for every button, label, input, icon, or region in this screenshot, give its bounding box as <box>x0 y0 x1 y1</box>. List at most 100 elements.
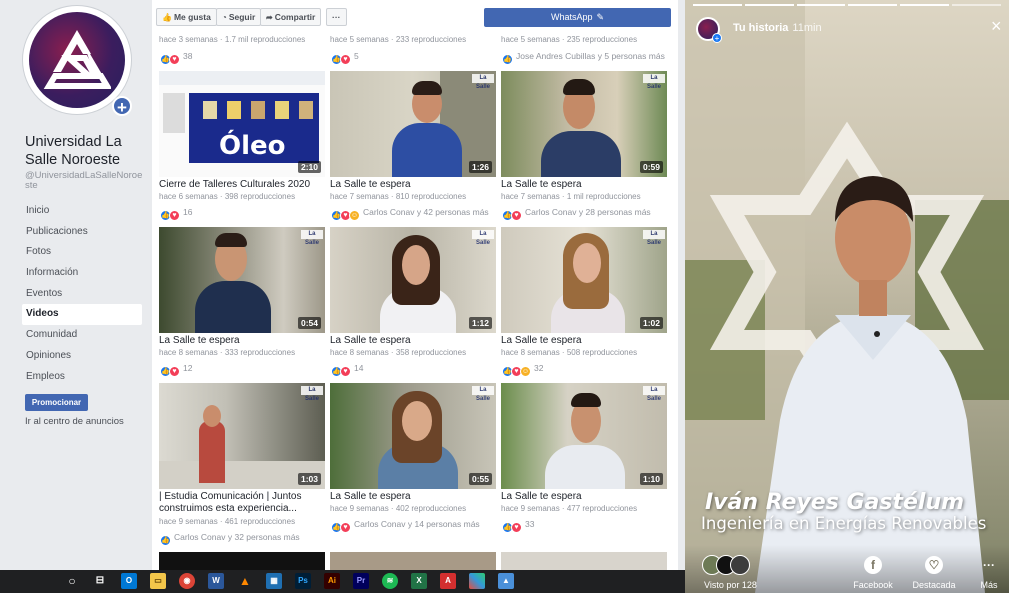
love-reaction-icon: ♥ <box>340 54 351 65</box>
app-icon[interactable] <box>469 573 485 589</box>
video-thumbnail[interactable]: La Salle 0:54 <box>159 227 325 333</box>
video-title[interactable]: La Salle te espera <box>159 335 325 347</box>
promote-button[interactable]: Promocionar <box>25 394 88 411</box>
nav-item-comunidad[interactable]: Comunidad <box>22 325 142 346</box>
reactions[interactable]: 👍 Jose Andres Cubillas y 5 personas más <box>502 50 665 65</box>
reactions[interactable]: 👍 ♥ 38 <box>160 50 192 65</box>
video-title[interactable]: La Salle te espera <box>501 179 667 191</box>
add-icon: + <box>712 33 722 43</box>
reactions[interactable]: 👍 ♥ 33 <box>502 518 534 533</box>
reactions[interactable]: 👍 Carlos Conav y 32 personas más <box>160 531 300 546</box>
video-duration: 0:55 <box>468 473 492 485</box>
video-thumbnail[interactable]: La Salle 1:03 <box>159 383 325 489</box>
premiere-icon[interactable]: Pr <box>353 573 369 589</box>
video-thumbnail[interactable]: La Salle 1:02 <box>501 227 667 333</box>
page-handle[interactable]: @UniversidadLaSalleNoroeste <box>25 171 145 191</box>
outlook-icon[interactable]: O <box>121 573 137 589</box>
reactions[interactable]: 👍 ♥ 14 <box>331 362 363 377</box>
video-thumbnail[interactable]: La Salle 1:12 <box>330 227 496 333</box>
whatsapp-button[interactable]: WhatsApp ✎ <box>484 8 671 27</box>
nav-item-fotos[interactable]: Fotos <box>22 242 142 263</box>
video-thumbnail[interactable]: La Salle 1:10 <box>501 383 667 489</box>
video-title[interactable]: La Salle te espera <box>330 335 496 347</box>
reactions[interactable]: 👍 ♥ Carlos Conav y 28 personas más <box>502 206 651 221</box>
pencil-icon: ✎ <box>596 12 605 22</box>
video-thumbnail[interactable] <box>330 552 496 570</box>
highlight-button[interactable]: ♡ Destacada <box>904 556 964 590</box>
la-salle-watermark: La Salle <box>472 74 494 90</box>
story-viewers[interactable] <box>702 555 762 575</box>
reaction-count: 12 <box>183 363 193 373</box>
video-title[interactable]: La Salle te espera <box>330 491 496 503</box>
video-thumbnail[interactable] <box>159 552 325 570</box>
viewed-by-count[interactable]: Visto por 128 <box>704 580 757 590</box>
nav-item-inicio[interactable]: Inicio <box>22 201 142 222</box>
reactions[interactable]: 👍 ♥ 12 <box>160 362 193 377</box>
story-caption-name: Iván Reyes Gastélum <box>705 490 965 515</box>
video-title[interactable]: Cierre de Talleres Culturales 2020 <box>159 179 325 191</box>
task-view-icon[interactable]: ⊟ <box>92 573 108 589</box>
video-thumbnail[interactable]: La Salle 0:55 <box>330 383 496 489</box>
acrobat-icon[interactable]: A <box>440 573 456 589</box>
la-salle-watermark: La Salle <box>472 386 494 402</box>
nav-item-eventos[interactable]: Eventos <box>22 284 142 305</box>
nav-item-videos[interactable]: Videos <box>22 304 142 326</box>
reactions[interactable]: 👍 ♥ ☺ 32 <box>502 362 543 377</box>
chrome-icon[interactable]: ◉ <box>179 573 195 589</box>
love-reaction-icon: ♥ <box>169 210 180 221</box>
nav-item-informacion[interactable]: Información <box>22 263 142 284</box>
video-thumbnail[interactable]: La Salle 1:26 <box>330 71 496 177</box>
photoshop-icon[interactable]: Ps <box>295 573 311 589</box>
reaction-count: Carlos Conav y 32 personas más <box>174 532 300 542</box>
calculator-icon[interactable]: ▦ <box>266 573 282 589</box>
video-title[interactable]: La Salle te espera <box>501 491 667 503</box>
word-icon[interactable]: W <box>208 573 224 589</box>
photos-icon[interactable]: ▲ <box>498 573 514 589</box>
reactions[interactable]: 👍 ♥ 16 <box>160 206 192 221</box>
viewer-avatar <box>730 555 750 575</box>
love-reaction-icon: ♥ <box>169 54 180 65</box>
excel-icon[interactable]: X <box>411 573 427 589</box>
search-icon[interactable]: ○ <box>64 573 80 589</box>
love-reaction-icon: ♥ <box>511 210 522 221</box>
video-meta: hace 6 semanas · 398 reproducciones <box>159 192 296 201</box>
reaction-count: Carlos Conav y 14 personas más <box>354 519 480 529</box>
add-photo-icon[interactable]: + <box>112 96 132 117</box>
video-title[interactable]: | Estudia Comunicación | Juntos construi… <box>159 491 325 515</box>
share-button[interactable]: ➦ Compartir <box>260 8 322 26</box>
nav-item-opiniones[interactable]: Opiniones <box>22 346 142 367</box>
video-duration: 1:02 <box>639 317 663 329</box>
facebook-label: Facebook <box>853 580 893 590</box>
video-meta: hace 9 semanas · 461 reproducciones <box>159 517 296 526</box>
vlc-icon[interactable]: ▲ <box>237 573 253 589</box>
more-button[interactable]: ··· Más <box>959 556 1009 590</box>
video-meta: hace 9 semanas · 477 reproducciones <box>501 504 638 513</box>
more-dots-icon: ··· <box>983 558 995 572</box>
spotify-icon[interactable]: ≋ <box>382 573 398 589</box>
reactions[interactable]: 👍 ♥ Carlos Conav y 14 personas más <box>331 518 480 533</box>
facebook-share-button[interactable]: f Facebook <box>843 556 903 590</box>
video-thumbnail[interactable] <box>501 552 667 570</box>
video-thumbnail[interactable]: Óleo 2:10 <box>159 71 325 177</box>
reactions[interactable]: 👍 ♥ 5 <box>331 50 359 65</box>
follow-button[interactable]: ◔ Seguir <box>216 8 262 26</box>
video-title[interactable]: La Salle te espera <box>330 179 496 191</box>
video-title[interactable]: La Salle te espera <box>501 335 667 347</box>
videos-feed: 👍 Me gusta ◔ Seguir ➦ Compartir ··· WhatsAp… <box>152 0 678 570</box>
story-title-text: Tu historia <box>733 22 789 34</box>
like-page-button[interactable]: 👍 Me gusta <box>156 8 217 26</box>
video-thumbnail[interactable]: La Salle 0:59 <box>501 71 667 177</box>
nav-item-publicaciones[interactable]: Publicaciones <box>22 222 142 243</box>
la-salle-logo <box>29 12 125 108</box>
close-icon[interactable]: × <box>991 16 1002 37</box>
nav-item-empleos[interactable]: Empleos <box>22 367 142 388</box>
windows-taskbar: ○ ⊟ O ▭ ◉ W ▲ ▦ Ps Ai Pr ≋ X A ▲ <box>0 570 685 593</box>
file-explorer-icon[interactable]: ▭ <box>150 573 166 589</box>
reactions[interactable]: 👍 ♥ ☺ Carlos Conav y 42 personas más <box>331 206 489 221</box>
story-viewer[interactable]: + Tu historia 11min × Iván Reyes Gastélum… <box>685 0 1009 593</box>
more-options-button[interactable]: ··· <box>326 8 347 26</box>
illustrator-icon[interactable]: Ai <box>324 573 340 589</box>
ads-center-link[interactable]: Ir al centro de anuncios <box>25 416 124 427</box>
video-meta: hace 5 semanas · 233 reproducciones <box>330 35 467 44</box>
story-avatar[interactable]: + <box>696 17 722 43</box>
